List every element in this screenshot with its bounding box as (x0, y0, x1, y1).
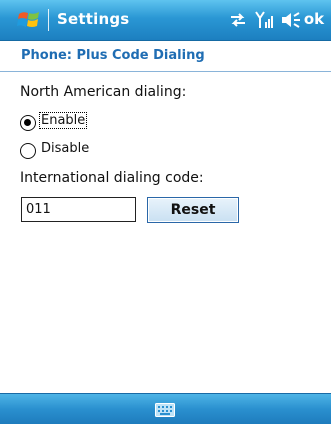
radio-enable-circle[interactable] (20, 115, 36, 131)
radio-enable[interactable]: Enable (20, 112, 110, 136)
radio-disable[interactable]: Disable (20, 140, 110, 164)
reset-button[interactable]: Reset (147, 197, 239, 223)
radio-selected-dot (24, 119, 31, 126)
menu-bar (0, 393, 331, 424)
windows-start-icon[interactable] (16, 8, 42, 32)
speaker-icon[interactable] (280, 10, 302, 34)
north-american-label: North American dialing: (20, 84, 187, 100)
radio-disable-circle[interactable] (20, 143, 36, 159)
page-title: Phone: Plus Code Dialing (21, 48, 205, 63)
signal-icon[interactable] (254, 10, 276, 34)
intl-code-label: International dialing code: (20, 170, 204, 186)
radio-disable-label[interactable]: Disable (41, 141, 89, 156)
keyboard-icon[interactable] (155, 403, 175, 417)
settings-form: North American dialing: Enable Disable I… (0, 72, 331, 392)
connectivity-icon[interactable] (228, 10, 248, 34)
intl-code-input[interactable]: 011 (21, 197, 136, 222)
window-title: Settings (57, 10, 130, 28)
ok-button[interactable]: ok (302, 8, 326, 30)
radio-enable-label[interactable]: Enable (38, 112, 88, 129)
page-header: Phone: Plus Code Dialing (0, 41, 331, 72)
title-separator (48, 9, 49, 31)
title-bar: Settings ok (0, 0, 331, 41)
